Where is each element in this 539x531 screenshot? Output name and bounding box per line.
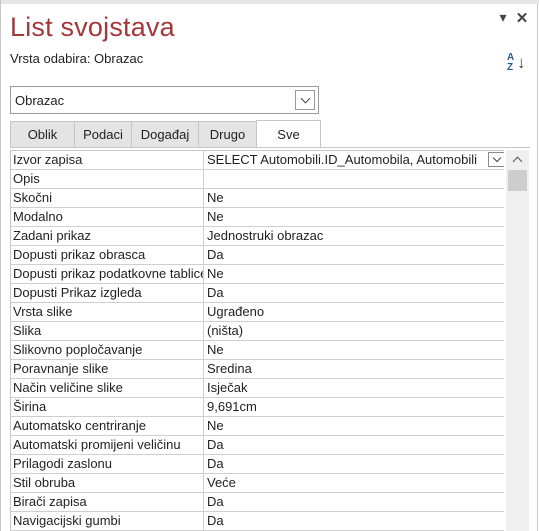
property-value[interactable]: Veće	[204, 474, 504, 492]
property-value[interactable]: Da	[204, 493, 504, 511]
property-value[interactable]: (ništa)	[204, 322, 504, 340]
property-value[interactable]: 9,691cm	[204, 398, 504, 416]
property-name: Dopusti prikaz obrasca	[11, 246, 204, 264]
property-row[interactable]: Slika (ništa)	[11, 322, 504, 341]
object-selector-chevron-down-icon[interactable]	[295, 90, 315, 110]
property-name: Automatsko centriranje	[11, 417, 204, 435]
property-name: Birači zapisa	[11, 493, 204, 511]
tab-format[interactable]: Oblik	[10, 121, 75, 147]
property-name: Modalno	[11, 208, 204, 226]
property-name: Skočni	[11, 189, 204, 207]
property-name: Širina	[11, 398, 204, 416]
property-value[interactable]	[204, 170, 504, 188]
property-value[interactable]: Da	[204, 436, 504, 454]
property-value[interactable]: Sredina	[204, 360, 504, 378]
property-row[interactable]: Poravnanje slike Sredina	[11, 360, 504, 379]
tab-other[interactable]: Drugo	[198, 121, 257, 147]
record-source-chevron-down-icon[interactable]	[488, 152, 504, 167]
property-name: Stil obruba	[11, 474, 204, 492]
property-value[interactable]: Ne	[204, 417, 504, 435]
property-tabs: Oblik Podaci Događaj Drugo Sve	[10, 120, 530, 148]
property-name: Opis	[11, 170, 204, 188]
sort-ascending-icon[interactable]: A Z ↓	[507, 52, 529, 78]
property-row[interactable]: Birači zapisa Da	[11, 493, 504, 512]
property-row[interactable]: Izvor zapisa SELECT Automobili.ID_Automob…	[11, 151, 504, 170]
pane-title: List svojstava	[10, 12, 175, 42]
property-grid: Izvor zapisa SELECT Automobili.ID_Automob…	[10, 150, 504, 531]
property-name: Dopusti prikaz podatkovne tablice	[13, 265, 204, 283]
property-row[interactable]: Zadani prikaz Jednostruki obrazac	[11, 227, 504, 246]
tab-event[interactable]: Događaj	[131, 121, 199, 147]
property-value[interactable]: Ne	[204, 265, 504, 283]
sort-letter-z: Z	[507, 62, 514, 73]
property-value[interactable]: Da	[204, 284, 504, 302]
property-name: Dopusti Prikaz izgleda	[11, 284, 204, 302]
property-name: Automatski promijeni veličinu	[11, 436, 204, 454]
property-name: Način veličine slike	[11, 379, 204, 397]
property-row[interactable]: Stil obruba Veće	[11, 474, 504, 493]
property-value[interactable]: Da	[204, 455, 504, 473]
tab-divider	[10, 147, 530, 148]
sort-arrow-icon: ↓	[517, 53, 526, 72]
property-value[interactable]: SELECT Automobili.ID_Automobila, Automob…	[204, 151, 481, 169]
scroll-up-icon[interactable]	[506, 150, 529, 168]
vertical-scrollbar[interactable]	[506, 150, 529, 531]
property-value[interactable]: Ne	[204, 189, 504, 207]
property-row[interactable]: Dopusti prikaz obrasca Da	[11, 246, 504, 265]
top-border	[1, 0, 539, 4]
property-name: Prilagodi zaslonu	[11, 455, 204, 473]
property-name: Slikovno popločavanje	[11, 341, 204, 359]
property-row[interactable]: Dopusti Prikaz izgleda Da	[11, 284, 504, 303]
close-icon[interactable]: ✕	[513, 9, 531, 27]
property-row[interactable]: Način veličine slike Isječak	[11, 379, 504, 398]
tab-all[interactable]: Sve	[256, 120, 321, 147]
property-value[interactable]: Isječak	[204, 379, 504, 397]
property-row[interactable]: Automatsko centriranje Ne	[11, 417, 504, 436]
property-row[interactable]: Slikovno popločavanje Ne	[11, 341, 504, 360]
property-value[interactable]: Ne	[204, 208, 504, 226]
property-row[interactable]: Vrsta slike Ugrađeno	[11, 303, 504, 322]
property-name: Navigacijski gumbi	[11, 512, 204, 530]
property-row[interactable]: Prilagodi zaslonu Da	[11, 455, 504, 474]
property-row[interactable]: Dopusti prikaz podatkovne tablice Ne	[11, 265, 504, 284]
property-name: Vrsta slike	[11, 303, 204, 321]
property-sheet-pane: List svojstava ▾ ✕ Vrsta odabira: Obraza…	[0, 0, 539, 531]
property-value[interactable]: Ugrađeno	[204, 303, 504, 321]
property-name: Slika	[11, 322, 204, 340]
property-row[interactable]: Opis	[11, 170, 504, 189]
property-row[interactable]: Skočni Ne	[11, 189, 504, 208]
property-name: Zadani prikaz	[11, 227, 204, 245]
property-name: Izvor zapisa	[11, 151, 204, 169]
property-name: Poravnanje slike	[11, 360, 204, 378]
property-value[interactable]: Jednostruki obrazac	[204, 227, 504, 245]
tab-data[interactable]: Podaci	[74, 121, 132, 147]
property-row[interactable]: Modalno Ne	[11, 208, 504, 227]
pane-options-dropdown-icon[interactable]: ▾	[494, 9, 512, 26]
scrollbar-thumb[interactable]	[508, 170, 527, 191]
property-row[interactable]: Navigacijski gumbi Da	[11, 512, 504, 531]
property-row[interactable]: Širina 9,691cm	[11, 398, 504, 417]
property-value[interactable]: Ne	[204, 341, 504, 359]
property-row[interactable]: Automatski promijeni veličinu Da	[11, 436, 504, 455]
object-selector-dropdown[interactable]: Obrazac	[10, 86, 319, 114]
object-selector-value: Obrazac	[15, 93, 65, 108]
property-value[interactable]: Da	[204, 512, 504, 530]
property-value[interactable]: Da	[204, 246, 504, 264]
selection-type-label: Vrsta odabira: Obrazac	[10, 51, 144, 66]
